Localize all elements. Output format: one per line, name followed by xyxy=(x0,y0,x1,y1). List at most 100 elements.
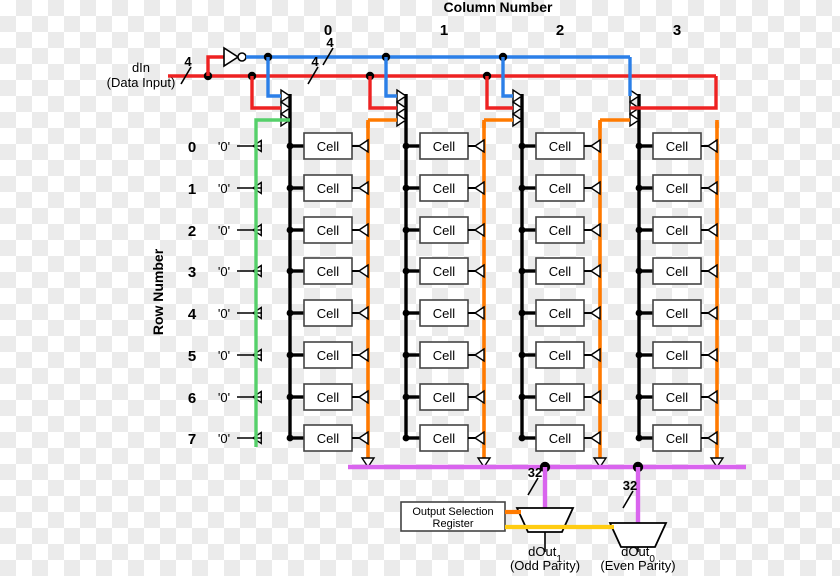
cell-output-buffer-r6-c0 xyxy=(357,389,369,405)
cell-output-buffer-r2-c2 xyxy=(589,222,601,238)
cell-input-junction-r3-c0 xyxy=(286,267,294,275)
cell-label-r1-c2: Cell xyxy=(549,181,572,196)
col3-true-drop xyxy=(630,76,718,110)
cell-label-r6-c3: Cell xyxy=(666,390,689,405)
column-header-1: 1 xyxy=(440,22,448,39)
cell-output-buffer-r1-c2 xyxy=(589,180,601,196)
cell-input-junction-r4-c0 xyxy=(286,309,294,317)
cell-label-r1-c0: Cell xyxy=(317,181,340,196)
cell-output-buffer-r4-c2 xyxy=(589,305,601,321)
cell-output-buffer-r7-c3 xyxy=(706,430,718,446)
cell-output-buffer-r4-c3 xyxy=(706,305,718,321)
mux-odd-bus-width-slash xyxy=(527,477,539,496)
cell-output-buffer-r0-c1 xyxy=(473,138,485,154)
cell-label-r4-c1: Cell xyxy=(433,306,456,321)
output-selection-register-line2: Register xyxy=(433,518,474,530)
cell-input-junction-r2-c3 xyxy=(635,226,643,234)
cell-label-r1-c3: Cell xyxy=(666,181,689,196)
cell-label-r3-c2: Cell xyxy=(549,264,572,279)
cell-input-junction-r0-c1 xyxy=(402,142,410,150)
cell-input-junction-r5-c0 xyxy=(286,351,294,359)
data-in-label: dIn xyxy=(132,60,150,75)
cell-label-r7-c1: Cell xyxy=(433,431,456,446)
cell-output-buffer-r2-c0 xyxy=(357,222,369,238)
cell-output-buffer-r0-c2 xyxy=(589,138,601,154)
cell-output-buffer-r3-c3 xyxy=(706,263,718,279)
mux-even-bus-width-slash xyxy=(622,490,634,509)
row-header-4: 4 xyxy=(188,306,197,323)
row-tie-value-6: '0' xyxy=(218,390,230,405)
data-in-sublabel: (Data Input) xyxy=(107,75,176,90)
cell-input-junction-r7-c2 xyxy=(518,434,526,442)
cell-label-r7-c2: Cell xyxy=(549,431,572,446)
cell-output-buffer-r7-c2 xyxy=(589,430,601,446)
row-tie-value-3: '0' xyxy=(218,264,230,279)
cell-output-buffer-r2-c1 xyxy=(473,222,485,238)
cell-label-r3-c1: Cell xyxy=(433,264,456,279)
cell-input-junction-r6-c3 xyxy=(635,393,643,401)
cell-input-junction-r1-c1 xyxy=(402,184,410,192)
row-header-5: 5 xyxy=(188,348,196,365)
cell-output-buffer-r1-c0 xyxy=(357,180,369,196)
cell-output-buffer-r3-c2 xyxy=(589,263,601,279)
cell-input-junction-r4-c3 xyxy=(635,309,643,317)
data-in-inverted-bus-width-label: 4 xyxy=(326,35,334,50)
cell-output-buffer-r0-c0 xyxy=(357,138,369,154)
cell-input-junction-r4-c1 xyxy=(402,309,410,317)
cell-input-junction-r7-c1 xyxy=(402,434,410,442)
cell-output-buffer-r1-c3 xyxy=(706,180,718,196)
column-header-2: 2 xyxy=(556,22,564,39)
cell-input-junction-r1-c0 xyxy=(286,184,294,192)
row-header-1: 1 xyxy=(188,181,196,198)
cell-input-junction-r7-c3 xyxy=(635,434,643,442)
cell-label-r0-c3: Cell xyxy=(666,139,689,154)
inverter-gate xyxy=(223,46,240,68)
cell-output-buffer-r3-c0 xyxy=(357,263,369,279)
cell-input-junction-r3-c1 xyxy=(402,267,410,275)
cell-label-r7-c3: Cell xyxy=(666,431,689,446)
cell-label-r5-c1: Cell xyxy=(433,348,456,363)
mux-even-bus-width-label: 32 xyxy=(623,478,637,493)
cell-input-junction-r1-c3 xyxy=(635,184,643,192)
row-tie-value-1: '0' xyxy=(218,181,230,196)
cell-label-r6-c1: Cell xyxy=(433,390,456,405)
cell-input-junction-r6-c2 xyxy=(518,393,526,401)
cell-label-r1-c1: Cell xyxy=(433,181,456,196)
cell-output-buffer-r5-c1 xyxy=(473,347,485,363)
cell-label-r4-c3: Cell xyxy=(666,306,689,321)
row-tie-value-2: '0' xyxy=(218,223,230,238)
col1-true-drop xyxy=(368,76,397,110)
mux-odd-parity-label: (Odd Parity) xyxy=(510,558,580,573)
cell-output-buffer-r4-c1 xyxy=(473,305,485,321)
row-header-7: 7 xyxy=(188,431,196,448)
row-header-3: 3 xyxy=(188,264,196,281)
cell-output-buffer-r0-c3 xyxy=(706,138,718,154)
cell-output-buffer-r3-c1 xyxy=(473,263,485,279)
cell-output-buffer-r6-c2 xyxy=(589,389,601,405)
cell-input-junction-r2-c1 xyxy=(402,226,410,234)
row-header-6: 6 xyxy=(188,390,196,407)
cell-label-r4-c0: Cell xyxy=(317,306,340,321)
cell-input-junction-r2-c0 xyxy=(286,226,294,234)
cell-label-r5-c3: Cell xyxy=(666,348,689,363)
mux-odd-bus-width-label: 32 xyxy=(528,465,542,480)
cell-output-buffer-r4-c0 xyxy=(357,305,369,321)
cell-input-junction-r2-c2 xyxy=(518,226,526,234)
column-header-3: 3 xyxy=(673,22,681,39)
cell-label-r5-c0: Cell xyxy=(317,348,340,363)
cell-label-r0-c2: Cell xyxy=(549,139,572,154)
cell-output-buffer-r7-c0 xyxy=(357,430,369,446)
cell-input-junction-r6-c0 xyxy=(286,393,294,401)
cell-output-buffer-r5-c0 xyxy=(357,347,369,363)
cell-output-buffer-r7-c1 xyxy=(473,430,485,446)
data-in-true-bus-width-2-label: 4 xyxy=(311,54,319,69)
cell-input-junction-r4-c2 xyxy=(518,309,526,317)
cell-output-buffer-r5-c3 xyxy=(706,347,718,363)
cell-output-buffer-r1-c1 xyxy=(473,180,485,196)
column-number-title: Column Number xyxy=(444,0,553,15)
cell-label-r4-c2: Cell xyxy=(549,306,572,321)
cell-label-r2-c3: Cell xyxy=(666,223,689,238)
row-header-2: 2 xyxy=(188,223,196,240)
cell-output-buffer-r2-c3 xyxy=(706,222,718,238)
row-header-0: 0 xyxy=(188,139,196,156)
